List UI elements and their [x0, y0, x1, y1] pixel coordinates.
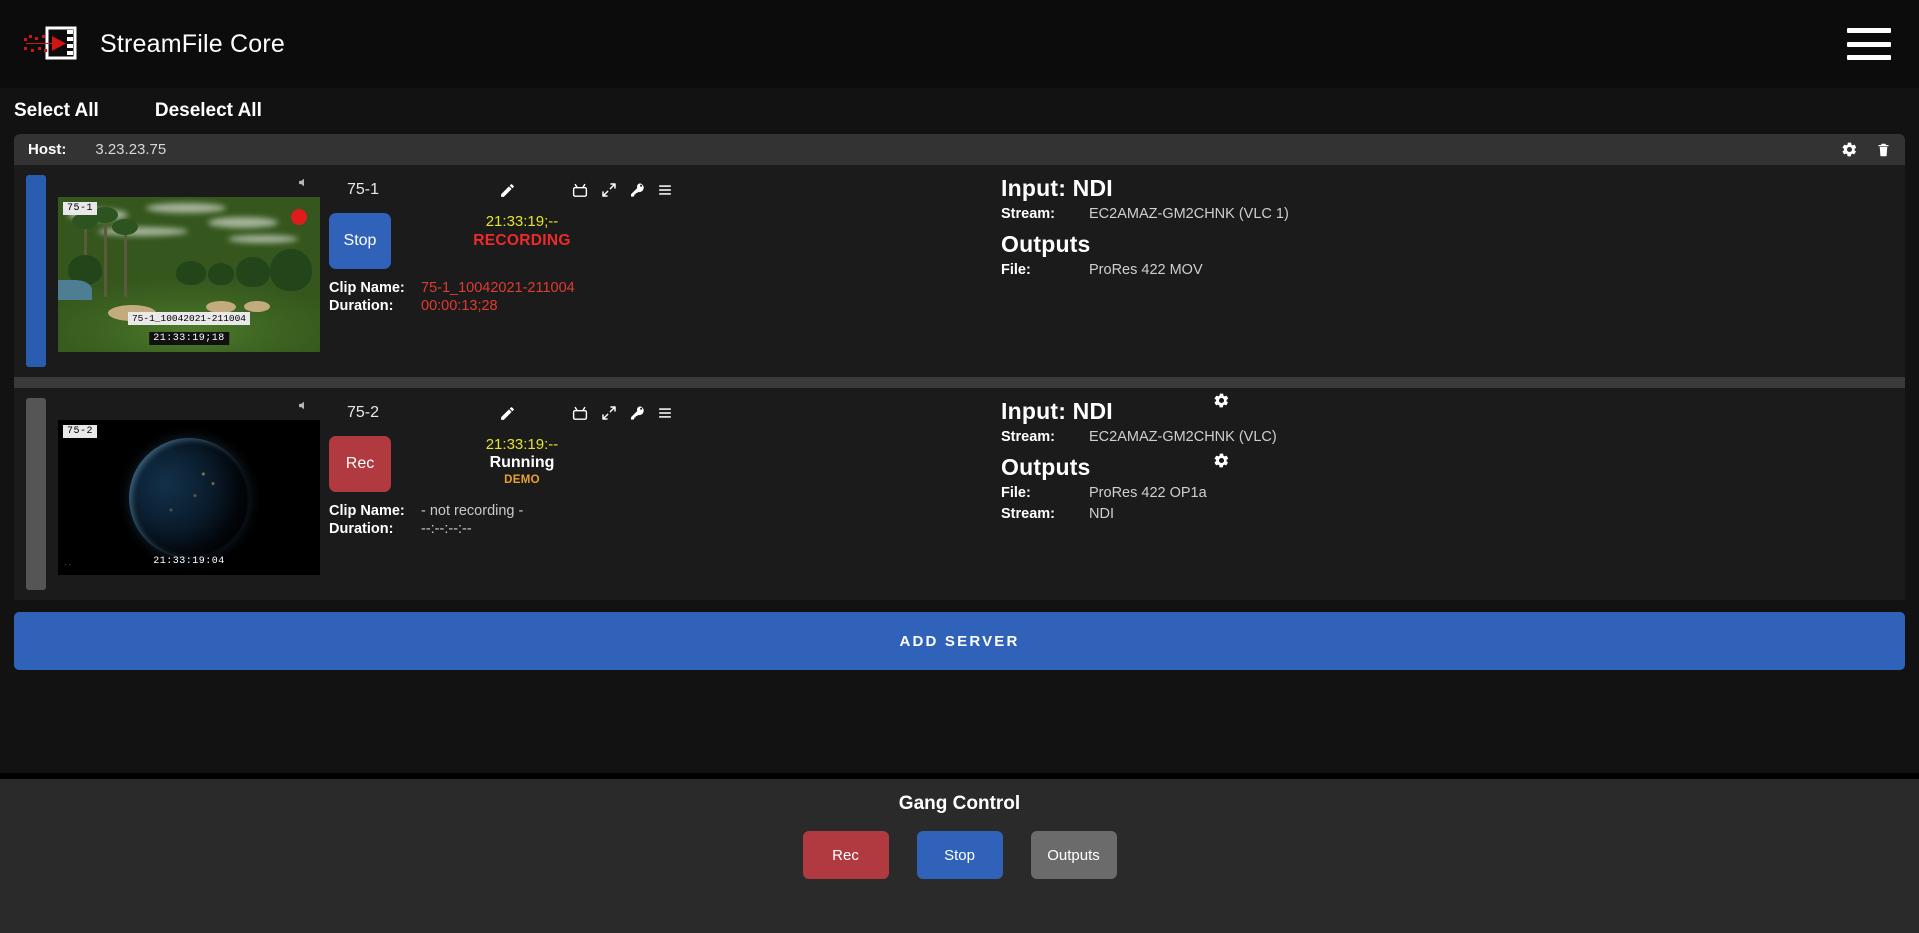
pencil-icon[interactable]	[487, 182, 527, 199]
trash-icon[interactable]	[1876, 141, 1891, 159]
output-stream-label: Stream:	[1001, 506, 1089, 523]
expand-icon[interactable]	[595, 405, 623, 421]
thumbnail-column: 75-1 75-1_10042021-211004 21:33:19;18	[46, 165, 321, 377]
film-arrow-logo	[22, 22, 84, 66]
tv-icon[interactable]	[565, 405, 595, 422]
transport-button[interactable]: Rec	[329, 436, 391, 492]
clip-name-value: 75-1_10042021-211004	[421, 280, 575, 296]
host-value: 3.23.23.75	[95, 141, 166, 158]
output-file-value: ProRes 422 MOV	[1089, 262, 1203, 279]
outputs-title: Outputs	[1001, 454, 1905, 481]
input-settings-gear-icon[interactable]	[1213, 392, 1230, 414]
select-all-button[interactable]: Select All	[14, 100, 99, 122]
tv-icon[interactable]	[565, 182, 595, 199]
status-badge: Running	[437, 454, 607, 472]
channel-name: 75-1	[347, 181, 487, 199]
output-file-value: ProRes 422 OP1a	[1089, 485, 1207, 502]
key-icon[interactable]	[623, 405, 651, 421]
thumb-overlay-clip: 75-1_10042021-211004	[128, 312, 250, 325]
duration-label: Duration:	[329, 298, 421, 314]
gang-rec-button[interactable]: Rec	[803, 831, 889, 879]
host-bar: Host: 3.23.23.75	[14, 134, 1905, 165]
channel-io-panel: Input: NDI Stream: EC2AMAZ-GM2CHNK (VLC …	[941, 165, 1905, 377]
row-select-bar[interactable]	[26, 175, 46, 367]
speaker-muted-icon[interactable]	[298, 175, 311, 195]
demo-badge: DEMO	[437, 474, 607, 486]
duration-value: 00:00:13;28	[421, 298, 498, 314]
app-header: StreamFile Core	[0, 0, 1919, 88]
outputs-title: Outputs	[1001, 231, 1905, 258]
timecode: 21:33:19:--	[437, 436, 607, 453]
thumb-overlay-name: 75-2	[63, 425, 97, 438]
video-thumbnail[interactable]: .. 75-2 21:33:19:04	[58, 420, 320, 575]
input-stream-value: EC2AMAZ-GM2CHNK (VLC 1)	[1089, 206, 1289, 223]
output-stream-value: NDI	[1089, 506, 1114, 523]
menu-icon[interactable]	[651, 406, 679, 420]
gang-stop-button[interactable]: Stop	[917, 831, 1003, 879]
speaker-muted-icon[interactable]	[298, 398, 311, 418]
add-server-button[interactable]: ADD SERVER	[14, 612, 1905, 670]
menu-icon[interactable]	[651, 183, 679, 197]
transport-button[interactable]: Stop	[329, 213, 391, 269]
pencil-icon[interactable]	[487, 405, 527, 422]
outputs-settings-gear-icon[interactable]	[1213, 452, 1230, 474]
input-stream-label: Stream:	[1001, 429, 1089, 446]
channel-name: 75-2	[347, 404, 487, 422]
deselect-all-button[interactable]: Deselect All	[155, 100, 262, 122]
thumb-overlay-timecode: 21:33:19:04	[149, 555, 229, 568]
thumb-status-dots: ..	[64, 557, 73, 567]
channel-list: 75-1 75-1_10042021-211004 21:33:19;18 75…	[14, 165, 1905, 600]
recording-indicator-dot	[291, 209, 307, 225]
output-file-label: File:	[1001, 262, 1089, 279]
timecode: 21:33:19;--	[437, 213, 607, 230]
gang-outputs-button[interactable]: Outputs	[1031, 831, 1117, 879]
thumbnail-column: .. 75-2 21:33:19:04	[46, 388, 321, 600]
gang-control-panel: Gang Control Rec Stop Outputs	[0, 773, 1919, 933]
input-stream-label: Stream:	[1001, 206, 1089, 223]
output-file-label: File:	[1001, 485, 1089, 502]
app-root: StreamFile Core Select All Deselect All …	[0, 0, 1919, 933]
row-divider	[14, 377, 1905, 388]
input-stream-value: EC2AMAZ-GM2CHNK (VLC)	[1089, 429, 1277, 446]
gang-control-title: Gang Control	[0, 779, 1919, 815]
expand-icon[interactable]	[595, 182, 623, 198]
gear-icon[interactable]	[1841, 141, 1858, 158]
hamburger-menu-icon[interactable]	[1847, 28, 1891, 60]
status-badge: RECORDING	[437, 232, 607, 250]
channel-row: 75-1 75-1_10042021-211004 21:33:19;18 75…	[14, 165, 1905, 377]
selection-toolbar: Select All Deselect All	[0, 88, 1919, 134]
input-title: Input: NDI	[1001, 175, 1905, 202]
duration-label: Duration:	[329, 521, 421, 537]
video-thumbnail[interactable]: 75-1 75-1_10042021-211004 21:33:19;18	[58, 197, 320, 352]
server-panel: Host: 3.23.23.75	[14, 134, 1905, 600]
clip-name-label: Clip Name:	[329, 280, 421, 296]
channel-row: .. 75-2 21:33:19:04 75-2	[14, 388, 1905, 600]
key-icon[interactable]	[623, 182, 651, 198]
channel-io-panel: Input: NDI Stream: EC2AMAZ-GM2CHNK (VLC)…	[941, 388, 1905, 600]
host-label: Host:	[28, 141, 66, 158]
clip-name-label: Clip Name:	[329, 503, 421, 519]
channel-controls: 75-1	[321, 165, 941, 377]
clip-name-value: - not recording -	[421, 503, 523, 519]
duration-value: --:--:--:--	[421, 521, 472, 537]
input-title: Input: NDI	[1001, 398, 1905, 425]
app-title: StreamFile Core	[100, 30, 285, 59]
thumb-overlay-name: 75-1	[63, 202, 97, 215]
row-select-bar[interactable]	[26, 398, 46, 590]
thumb-overlay-timecode: 21:33:19;18	[149, 332, 229, 345]
channel-controls: 75-2	[321, 388, 941, 600]
